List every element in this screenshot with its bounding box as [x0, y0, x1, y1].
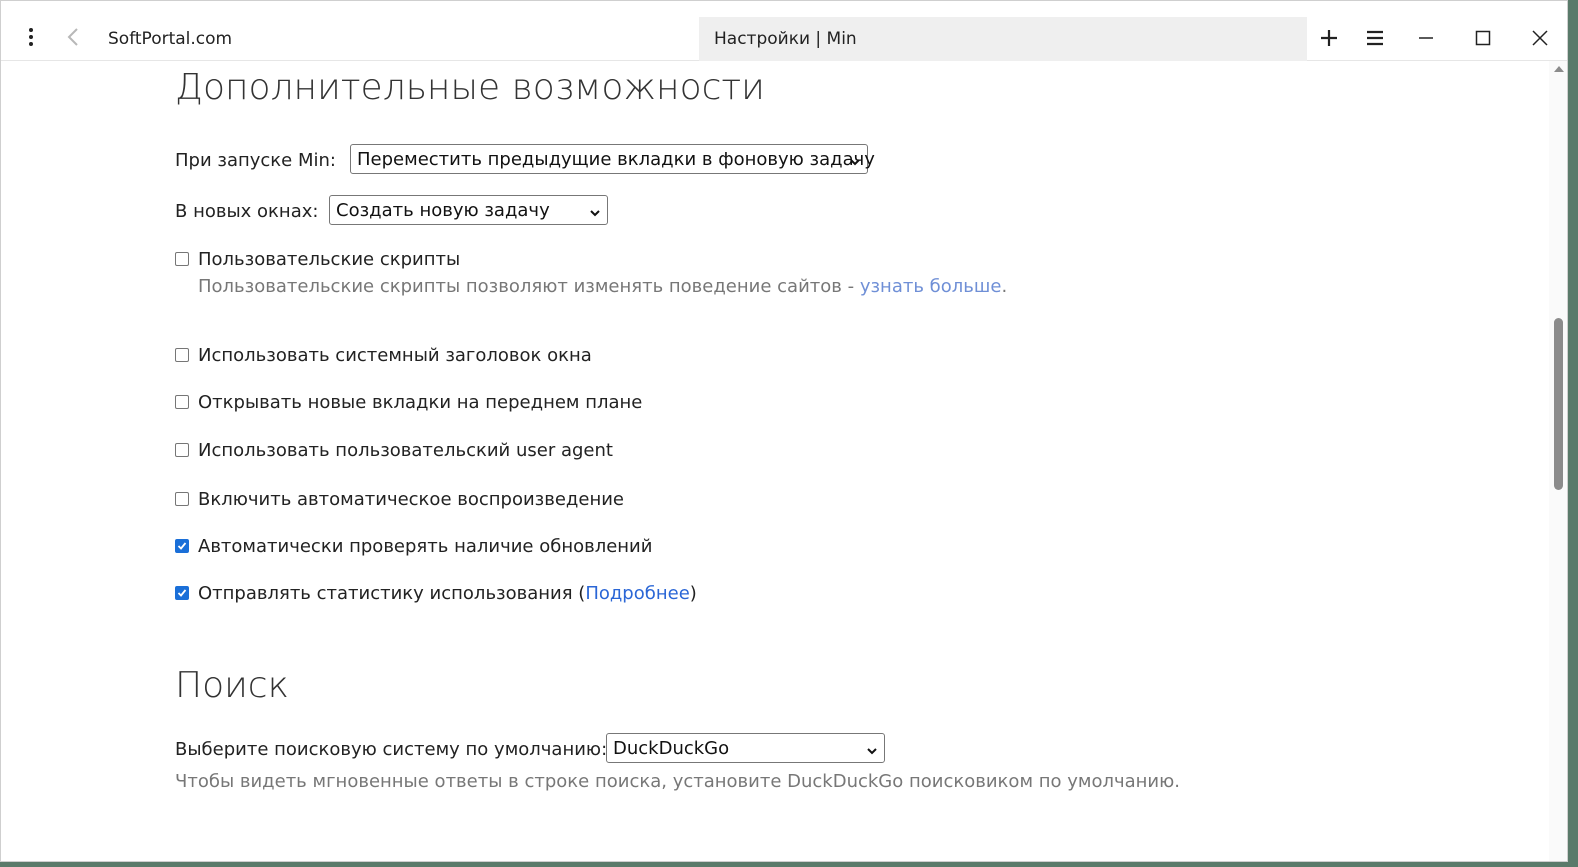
details-link[interactable]: Подробнее: [585, 583, 689, 604]
checkbox-row-user-agent[interactable]: Использовать пользовательский user agent: [175, 438, 613, 462]
minimize-icon[interactable]: [1409, 21, 1443, 55]
checkbox[interactable]: [175, 443, 189, 457]
checkbox-label: Автоматически проверять наличие обновлен…: [198, 535, 653, 557]
new-windows-select[interactable]: Создать новую задачу: [329, 195, 608, 225]
close-icon[interactable]: [1523, 21, 1557, 55]
learn-more-link[interactable]: узнать больше: [860, 276, 1002, 297]
checkbox-label: Использовать системный заголовок окна: [198, 344, 592, 366]
chevron-down-icon: [866, 741, 878, 762]
chevron-down-icon: [589, 203, 601, 224]
browser-window: SoftPortal.com Настройки | Min Дополните…: [0, 0, 1568, 862]
section-title-search: Поиск: [175, 665, 289, 706]
checkbox-row-updates[interactable]: Автоматически проверять наличие обновлен…: [175, 534, 652, 558]
scrollbar[interactable]: [1549, 61, 1567, 861]
settings-page: Дополнительные возможности При запуске M…: [1, 61, 1549, 861]
stats-label-text: Отправлять статистику использования (: [198, 582, 586, 604]
startup-select[interactable]: Переместить предыдущие вкладки в фоновую…: [350, 144, 875, 174]
checkbox-row-autoplay[interactable]: Включить автоматическое воспроизведение: [175, 487, 624, 511]
section-title-advanced: Дополнительные возможности: [175, 67, 765, 108]
tab-title: SoftPortal.com: [108, 29, 233, 49]
new-windows-label: В новых окнах:: [175, 200, 319, 222]
search-engine-hint: Чтобы видеть мгновенные ответы в строке …: [175, 771, 1181, 792]
checkbox[interactable]: [175, 395, 189, 409]
checkbox-checked[interactable]: [175, 539, 189, 553]
search-engine-select[interactable]: DuckDuckGo: [606, 733, 885, 763]
userscripts-desc-text: Пользовательские скрипты позволяют измен…: [198, 276, 860, 297]
startup-row: При запуске Min:: [175, 145, 336, 175]
search-engine-label: Выберите поисковую систему по умолчанию:: [175, 738, 608, 760]
checkbox-label: Использовать пользовательский user agent: [198, 439, 613, 461]
checkbox-checked[interactable]: [175, 586, 189, 600]
new-tab-plus-icon[interactable]: [1313, 21, 1345, 55]
checkbox[interactable]: [175, 492, 189, 506]
scroll-up-arrow-icon[interactable]: [1552, 65, 1566, 75]
new-windows-row: В новых окнах:: [175, 196, 318, 226]
checkbox-label: Включить автоматическое воспроизведение: [198, 488, 624, 510]
close-paren: ): [689, 582, 697, 604]
search-engine-row: Выберите поисковую систему по умолчанию:: [175, 734, 607, 764]
back-arrow-icon[interactable]: [59, 19, 87, 55]
checkbox-row-foreground-tabs[interactable]: Открывать новые вкладки на переднем план…: [175, 390, 642, 414]
startup-label: При запуске Min:: [175, 149, 336, 171]
period: .: [1001, 276, 1008, 297]
new-windows-select-value: Создать новую задачу: [336, 199, 550, 221]
checkbox-label: Отправлять статистику использования (Под…: [198, 583, 697, 604]
checkbox[interactable]: [175, 348, 189, 362]
menu-dots-icon[interactable]: [15, 19, 47, 55]
checkbox-row-system-titlebar[interactable]: Использовать системный заголовок окна: [175, 343, 592, 367]
startup-select-value: Переместить предыдущие вкладки в фоновую…: [357, 148, 875, 170]
hamburger-menu-icon[interactable]: [1359, 21, 1391, 55]
userscripts-description: Пользовательские скрипты позволяют измен…: [198, 276, 1007, 297]
checkbox-label: Открывать новые вкладки на переднем план…: [198, 391, 643, 413]
tab-softportal[interactable]: SoftPortal.com: [97, 17, 697, 61]
scroll-thumb[interactable]: [1554, 318, 1563, 490]
search-engine-select-value: DuckDuckGo: [613, 737, 730, 759]
maximize-icon[interactable]: [1466, 21, 1500, 55]
tab-title: Настройки | Min: [714, 29, 857, 49]
checkbox-row-statistics[interactable]: Отправлять статистику использования (Под…: [175, 581, 697, 605]
title-bar: SoftPortal.com Настройки | Min: [1, 1, 1567, 61]
checkbox-label: Пользовательские скрипты: [198, 248, 461, 270]
checkbox-row-userscripts[interactable]: Пользовательские скрипты: [175, 247, 460, 271]
chevron-down-icon: [849, 152, 861, 173]
tab-settings[interactable]: Настройки | Min: [699, 17, 1307, 61]
checkbox[interactable]: [175, 252, 189, 266]
